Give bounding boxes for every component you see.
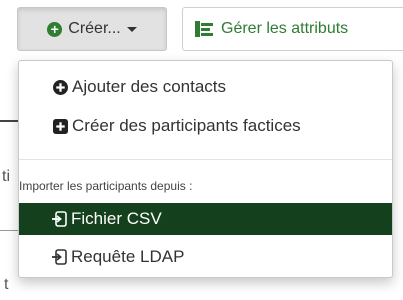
create-dropdown-menu: Ajouter des contacts Créer des participa… xyxy=(18,60,393,278)
toolbar: + Créer... Gérer les attributs xyxy=(0,0,403,62)
menu-item-label: Requête LDAP xyxy=(71,247,185,266)
background-text-fragment: ti xyxy=(2,168,10,185)
menu-item-create-dummy-participants[interactable]: Créer des participants factices xyxy=(19,110,392,142)
create-dropdown-button[interactable]: + Créer... xyxy=(17,7,167,51)
attributes-icon xyxy=(195,21,213,37)
menu-item-add-contacts[interactable]: Ajouter des contacts xyxy=(19,71,392,103)
menu-divider xyxy=(19,159,392,160)
plus-circle-icon: + xyxy=(47,21,63,37)
background-divider xyxy=(0,120,18,122)
manage-attributes-label: Gérer les attributs xyxy=(221,20,349,37)
menu-item-import-csv[interactable]: Fichier CSV xyxy=(19,203,392,235)
menu-item-label: Ajouter des contacts xyxy=(72,77,227,96)
background-divider xyxy=(0,230,18,231)
background-text-fragment: t xyxy=(4,276,9,293)
manage-attributes-button[interactable]: Gérer les attributs xyxy=(182,7,403,51)
import-icon xyxy=(51,249,67,265)
menu-item-label: Fichier CSV xyxy=(71,209,162,228)
plus-square-icon xyxy=(53,118,68,134)
import-icon xyxy=(51,211,67,227)
caret-down-icon xyxy=(126,26,137,32)
menu-item-import-ldap[interactable]: Requête LDAP xyxy=(19,241,392,273)
menu-section-header: Importer les participants depuis : xyxy=(19,179,193,193)
menu-item-label: Créer des participants factices xyxy=(72,116,301,135)
plus-circle-icon xyxy=(53,79,68,95)
create-button-label: Créer... xyxy=(68,20,121,37)
